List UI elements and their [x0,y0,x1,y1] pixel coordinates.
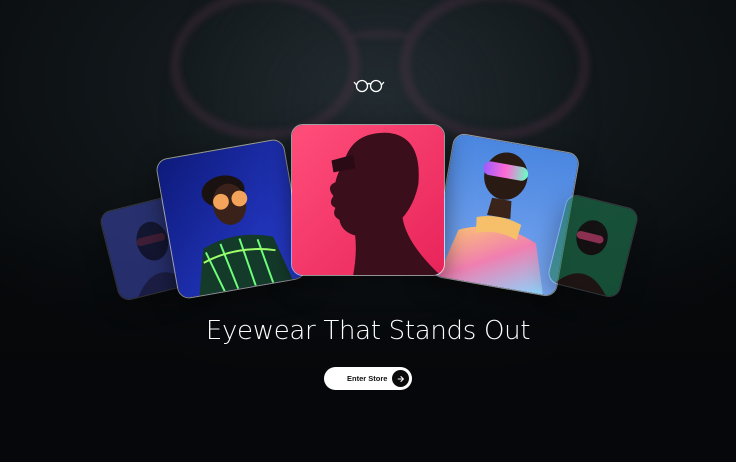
gallery-card-center[interactable] [291,124,445,276]
hero-headline: Eyewear That Stands Out [205,316,531,346]
arrow-right-icon [392,370,409,387]
glasses-icon[interactable] [353,76,385,94]
enter-store-button[interactable]: Enter Store [324,367,412,390]
portrait-image [292,125,444,275]
enter-store-label: Enter Store [347,374,388,383]
gallery-card-left[interactable] [154,137,308,301]
portrait-image [155,138,307,300]
